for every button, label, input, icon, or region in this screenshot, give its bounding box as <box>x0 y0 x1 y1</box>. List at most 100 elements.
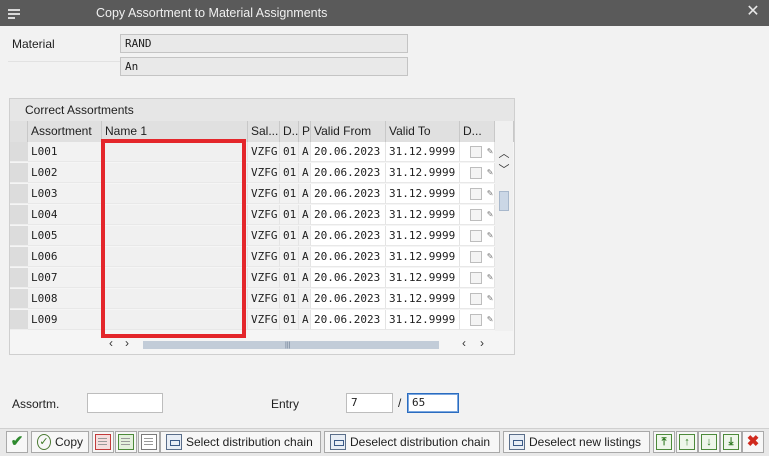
row-selector[interactable] <box>10 226 28 246</box>
edit-icon[interactable]: ✎ <box>487 247 493 266</box>
row-selector[interactable] <box>10 289 28 309</box>
cancel-icon: ✖ <box>746 433 760 450</box>
next-page-icon: ↓ <box>701 434 717 450</box>
deselect-new-listings-button[interactable]: Deselect new listings <box>503 431 650 453</box>
scroll-left-icon[interactable]: ‹ <box>109 336 113 350</box>
scroll-up-icon[interactable]: ︿ <box>498 145 510 161</box>
cancel-button[interactable]: ✖ <box>742 431 764 453</box>
cell-sales-org: VZFG <box>248 289 280 309</box>
first-page-button[interactable]: ⤒ <box>653 431 675 453</box>
cell-checkbox-column: ✎ <box>460 226 495 246</box>
scroll-right-icon[interactable]: › <box>125 336 129 350</box>
edit-icon[interactable]: ✎ <box>487 268 493 287</box>
cell-valid-from: 20.06.2023 <box>311 310 386 330</box>
group-title: Correct Assortments <box>10 99 514 121</box>
edit-icon[interactable]: ✎ <box>487 289 493 308</box>
row-selector[interactable] <box>10 142 28 162</box>
last-page-button[interactable]: ⤓ <box>720 431 742 453</box>
assortment-input[interactable] <box>87 393 163 413</box>
deselect-distribution-chain-button[interactable]: Deselect distribution chain <box>324 431 500 453</box>
row-selector[interactable] <box>10 163 28 183</box>
vertical-scrollbar[interactable]: ︿ ﹀ <box>495 121 513 331</box>
cell-p: A <box>299 289 311 309</box>
edit-icon[interactable]: ✎ <box>487 226 493 245</box>
row-checkbox[interactable] <box>470 314 482 326</box>
cell-assortment: L007 <box>28 268 102 288</box>
cell-d: 01 <box>280 247 299 267</box>
cell-d: 01 <box>280 163 299 183</box>
deselect-new-listings-label: Deselect new listings <box>529 435 642 449</box>
cell-valid-from: 20.06.2023 <box>311 205 386 225</box>
cell-valid-to: 31.12.9999 <box>386 163 460 183</box>
edit-icon[interactable]: ✎ <box>487 142 493 161</box>
col-header-valid-to[interactable]: Valid To <box>386 121 460 142</box>
cell-d: 01 <box>280 205 299 225</box>
row-checkbox[interactable] <box>470 251 482 263</box>
cell-checkbox-column: ✎ <box>460 289 495 309</box>
deselect-all-button[interactable] <box>138 431 160 453</box>
cell-p: A <box>299 184 311 204</box>
copy-button[interactable]: ✓ Copy <box>31 431 89 453</box>
row-checkbox[interactable] <box>470 188 482 200</box>
previous-page-button[interactable]: ↑ <box>676 431 698 453</box>
col-header-p[interactable]: P <box>299 121 311 142</box>
cell-valid-from: 20.06.2023 <box>311 268 386 288</box>
cell-sales-org: VZFG <box>248 142 280 162</box>
row-checkbox[interactable] <box>470 209 482 221</box>
cell-checkbox-column: ✎ <box>460 205 495 225</box>
cell-checkbox-column: ✎ <box>460 247 495 267</box>
close-icon[interactable]: ✕ <box>745 4 761 20</box>
row-selector[interactable] <box>10 247 28 267</box>
cell-d: 01 <box>280 310 299 330</box>
cell-p: A <box>299 226 311 246</box>
cell-p: A <box>299 205 311 225</box>
cell-valid-from: 20.06.2023 <box>311 247 386 267</box>
cell-d: 01 <box>280 268 299 288</box>
cell-valid-to: 31.12.9999 <box>386 268 460 288</box>
row-checkbox[interactable] <box>470 293 482 305</box>
row-checkbox[interactable] <box>470 167 482 179</box>
col-header-assortment[interactable]: Assortment <box>28 121 102 142</box>
cell-valid-to: 31.12.9999 <box>386 184 460 204</box>
row-checkbox[interactable] <box>470 146 482 158</box>
cell-valid-to: 31.12.9999 <box>386 247 460 267</box>
new-listings-icon <box>509 434 525 450</box>
delete-doc-icon <box>95 434 111 450</box>
col-header-valid-from[interactable]: Valid From <box>311 121 386 142</box>
select-all-icon <box>118 434 134 450</box>
select-all-header[interactable] <box>10 121 28 142</box>
delete-entries-button[interactable] <box>92 431 114 453</box>
entry-input[interactable]: 7 <box>346 393 393 413</box>
scroll-thumb[interactable] <box>499 191 509 211</box>
row-selector[interactable] <box>10 310 28 330</box>
window-menu-icon[interactable] <box>8 8 22 19</box>
select-all-button[interactable] <box>115 431 137 453</box>
scroll-right-2-icon[interactable]: › <box>480 336 484 350</box>
horizontal-scrollbar[interactable]: ||| <box>143 341 439 349</box>
scroll-down-icon[interactable]: ﹀ <box>498 161 510 177</box>
edit-icon[interactable]: ✎ <box>487 163 493 182</box>
col-header-sales[interactable]: Sal... <box>248 121 280 142</box>
select-distribution-chain-button[interactable]: Select distribution chain <box>160 431 321 453</box>
next-page-button[interactable]: ↓ <box>698 431 720 453</box>
scroll-left-2-icon[interactable]: ‹ <box>462 336 466 350</box>
previous-page-icon: ↑ <box>679 434 695 450</box>
row-selector[interactable] <box>10 268 28 288</box>
row-selector[interactable] <box>10 184 28 204</box>
cell-checkbox-column: ✎ <box>460 268 495 288</box>
col-header-d2[interactable]: D... <box>460 121 495 142</box>
dialog-window: Copy Assortment to Material Assignments … <box>0 0 769 456</box>
entry-total-field[interactable]: 65 <box>407 393 459 413</box>
col-header-d[interactable]: D.. <box>280 121 299 142</box>
last-page-icon: ⤓ <box>723 434 739 450</box>
cell-sales-org: VZFG <box>248 268 280 288</box>
confirm-button[interactable]: ✔ <box>6 431 28 453</box>
cell-checkbox-column: ✎ <box>460 184 495 204</box>
row-checkbox[interactable] <box>470 230 482 242</box>
edit-icon[interactable]: ✎ <box>487 310 493 329</box>
cell-assortment: L001 <box>28 142 102 162</box>
edit-icon[interactable]: ✎ <box>487 205 493 224</box>
row-selector[interactable] <box>10 205 28 225</box>
row-checkbox[interactable] <box>470 272 482 284</box>
edit-icon[interactable]: ✎ <box>487 184 493 203</box>
